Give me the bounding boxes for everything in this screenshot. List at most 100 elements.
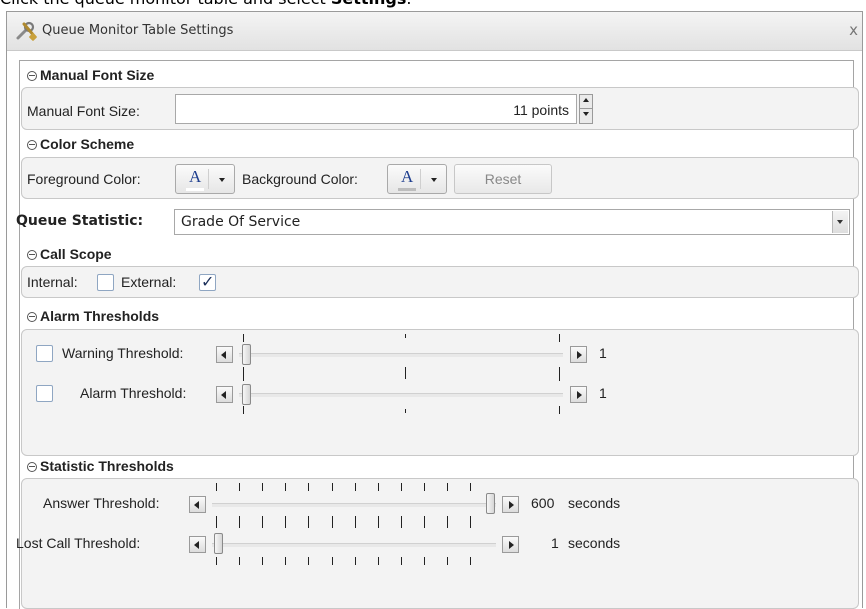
slider-tick — [401, 516, 402, 528]
alarm-slider-thumb[interactable] — [242, 384, 251, 405]
slider-tick — [262, 516, 263, 528]
queue-statistic-label: Queue Statistic: — [16, 213, 144, 229]
slider-tick — [332, 557, 333, 565]
section-header-alarm-thresholds[interactable]: Alarm Thresholds — [27, 308, 159, 324]
background-color-swatch — [398, 188, 416, 191]
instruction-settings-word: Settings — [331, 0, 407, 8]
stepper-up-button[interactable] — [580, 95, 592, 109]
slider-tick — [559, 406, 560, 414]
answer-decrease-button[interactable] — [189, 496, 206, 513]
arrow-left-icon — [194, 501, 199, 509]
slider-tick — [216, 483, 217, 491]
section-header-color-scheme[interactable]: Color Scheme — [27, 136, 134, 152]
chevron-down-icon[interactable] — [431, 178, 437, 182]
reset-button[interactable]: Reset — [454, 164, 552, 194]
arrow-right-icon — [577, 351, 582, 359]
lost-call-threshold-unit: seconds — [568, 535, 621, 551]
slider-tick — [405, 409, 406, 413]
collapse-icon[interactable] — [27, 462, 37, 472]
warning-decrease-button[interactable] — [216, 346, 233, 363]
warning-threshold-value: 1 — [599, 345, 607, 361]
close-icon[interactable]: x — [849, 21, 858, 39]
tools-icon — [16, 21, 37, 41]
checkmark-icon: ✓ — [201, 272, 215, 291]
section-title: Manual Font Size — [40, 67, 155, 83]
slider-tick — [285, 557, 286, 565]
arrow-right-icon — [509, 501, 514, 509]
stepper-down-button[interactable] — [580, 109, 592, 123]
slider-tick — [216, 557, 217, 565]
alarm-threshold-label: Alarm Threshold: — [80, 385, 187, 401]
section-header-call-scope[interactable]: Call Scope — [27, 246, 112, 262]
arrow-left-icon — [221, 391, 226, 399]
answer-slider-track[interactable] — [212, 503, 496, 507]
warning-slider-thumb[interactable] — [242, 344, 251, 365]
picker-separator — [420, 169, 421, 189]
section-title: Call Scope — [40, 246, 112, 262]
slider-tick — [216, 516, 217, 528]
alarm-slider-track[interactable] — [239, 393, 563, 397]
alarm-threshold-value: 1 — [599, 385, 607, 401]
answer-slider-thumb[interactable] — [486, 493, 495, 514]
collapse-icon[interactable] — [27, 71, 37, 81]
slider-tick — [355, 516, 356, 528]
slider-tick — [239, 483, 240, 491]
section-header-statistic-thresholds[interactable]: Statistic Thresholds — [27, 458, 174, 474]
lost-call-decrease-button[interactable] — [189, 536, 206, 553]
slider-tick — [447, 516, 448, 528]
arrow-right-icon — [577, 391, 582, 399]
warning-threshold-checkbox[interactable] — [36, 345, 53, 362]
slider-tick — [332, 516, 333, 528]
queue-statistic-select[interactable]: Grade Of Service — [174, 209, 850, 235]
slider-tick — [308, 483, 309, 491]
slider-tick — [559, 367, 560, 381]
internal-checkbox[interactable] — [97, 274, 114, 291]
alarm-threshold-checkbox[interactable] — [36, 385, 53, 402]
warning-slider-track[interactable] — [239, 353, 563, 357]
chevron-down-icon[interactable] — [219, 178, 225, 182]
slider-tick — [401, 483, 402, 491]
background-color-picker[interactable]: A — [387, 164, 447, 194]
instruction-prefix: Click the queue monitor table and select — [0, 0, 331, 8]
slider-tick — [470, 483, 471, 491]
slider-tick — [285, 516, 286, 528]
lost-call-slider-thumb[interactable] — [214, 533, 223, 554]
answer-threshold-label: Answer Threshold: — [43, 495, 160, 511]
slider-tick — [262, 483, 263, 491]
section-header-manual-font-size[interactable]: Manual Font Size — [27, 67, 154, 83]
instruction-suffix: . — [406, 0, 411, 8]
collapse-icon[interactable] — [27, 140, 37, 150]
picker-separator — [208, 169, 209, 189]
slider-tick — [405, 334, 406, 338]
alarm-decrease-button[interactable] — [216, 386, 233, 403]
lost-call-slider-track[interactable] — [212, 543, 496, 547]
slider-tick — [308, 557, 309, 565]
slider-tick — [355, 557, 356, 565]
font-size-stepper[interactable] — [579, 94, 593, 124]
slider-tick — [424, 557, 425, 565]
answer-threshold-unit: seconds — [568, 495, 621, 511]
answer-increase-button[interactable] — [502, 496, 519, 513]
slider-tick — [243, 406, 244, 414]
warning-increase-button[interactable] — [570, 346, 587, 363]
collapse-icon[interactable] — [27, 312, 37, 322]
manual-font-size-input[interactable]: 11 points — [175, 94, 577, 124]
slider-tick — [239, 557, 240, 565]
foreground-color-picker[interactable]: A — [175, 164, 235, 194]
arrow-down-icon — [583, 112, 589, 116]
arrow-right-icon — [509, 541, 514, 549]
chevron-down-icon[interactable] — [832, 211, 848, 233]
external-checkbox[interactable]: ✓ — [199, 272, 216, 291]
dialog-titlebar: Queue Monitor Table Settings x — [7, 12, 862, 51]
collapse-icon[interactable] — [27, 250, 37, 260]
manual-font-size-value: 11 points — [513, 102, 569, 118]
arrow-left-icon — [194, 541, 199, 549]
slider-tick — [378, 557, 379, 565]
lost-call-increase-button[interactable] — [502, 536, 519, 553]
slider-tick — [355, 483, 356, 491]
slider-tick — [559, 334, 560, 342]
manual-font-size-label: Manual Font Size: — [27, 103, 140, 119]
alarm-increase-button[interactable] — [570, 386, 587, 403]
slider-tick — [401, 557, 402, 565]
settings-dialog: Queue Monitor Table Settings x Manual Fo… — [6, 11, 863, 609]
